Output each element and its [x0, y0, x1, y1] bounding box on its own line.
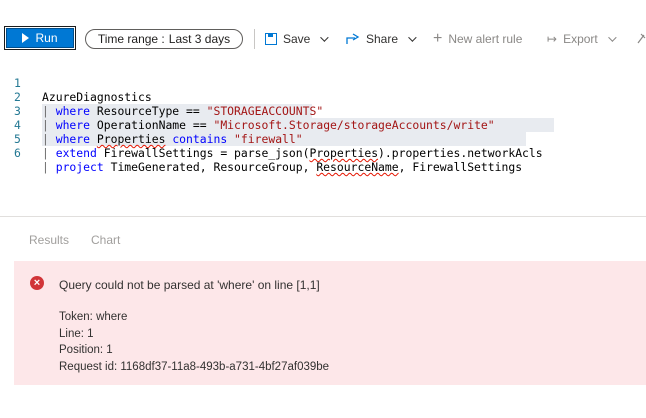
tab-chart[interactable]: Chart — [91, 233, 120, 247]
export-icon: ↦ — [547, 32, 558, 46]
error-token: Token: where — [59, 311, 128, 323]
error-panel: × Query could not be parsed at 'where' o… — [14, 261, 646, 385]
code-line: 1 AzureDiagnostics — [0, 62, 152, 104]
chevron-down-icon — [607, 33, 617, 42]
line-number: 6 — [14, 146, 21, 160]
chevron-down-icon — [408, 33, 417, 42]
code-text: | project TimeGenerated, ResourceGroup, … — [42, 160, 523, 174]
code-line: 3 | where OperationName == "Microsoft.St… — [0, 90, 495, 132]
error-details: Token: where Line: 1 Position: 1 Request… — [59, 309, 329, 375]
error-position: Position: 1 — [59, 344, 113, 356]
code-text: AzureDiagnostics — [42, 90, 152, 104]
save-icon — [265, 33, 277, 45]
editor-results-divider — [0, 216, 646, 217]
tab-results[interactable]: Results — [29, 233, 69, 247]
error-icon: × — [30, 276, 44, 290]
export-button[interactable]: ↦ Export — [547, 29, 617, 49]
new-alert-label: New alert rule — [448, 32, 523, 46]
code-line: 2 | where ResourceType == "STORAGEACCOUN… — [0, 76, 323, 118]
toolbar-divider — [254, 29, 255, 49]
new-alert-rule-button[interactable]: + New alert rule — [433, 29, 522, 49]
code-text: | where ResourceType == "STORAGEACCOUNTS… — [42, 104, 324, 118]
time-range-value: Last 3 days — [168, 32, 231, 46]
run-button[interactable]: Run — [4, 26, 76, 50]
share-label: Share — [366, 32, 399, 46]
error-title: Query could not be parsed at 'where' on … — [59, 278, 320, 292]
run-label: Run — [35, 31, 58, 45]
code-line: 6 | project TimeGenerated, ResourceGroup… — [0, 132, 522, 174]
code-text: | where Properties contains "firewall" — [42, 132, 303, 146]
chevron-down-icon — [320, 33, 330, 42]
plus-icon: + — [433, 30, 443, 47]
code-text: | extend FirewallSettings = parse_json(P… — [42, 146, 543, 160]
save-button[interactable]: Save — [265, 29, 330, 49]
error-request-id: Request id: 1168df37-11a8-493b-a731-4bf2… — [59, 360, 330, 373]
time-range-label: Time range : — [97, 32, 165, 46]
time-range-button[interactable]: Time range : Last 3 days — [85, 29, 243, 49]
code-text: | where OperationName == "Microsoft.Stor… — [42, 118, 495, 132]
code-line: 4 | where Properties contains "firewall" — [0, 104, 303, 146]
save-label: Save — [283, 32, 311, 46]
pin-icon — [637, 33, 646, 44]
code-line: 5 | extend FirewallSettings = parse_json… — [0, 118, 543, 160]
query-editor[interactable]: 1 AzureDiagnostics 2 | where ResourceTyp… — [0, 58, 646, 218]
error-line: Line: 1 — [59, 327, 94, 340]
export-label: Export — [563, 32, 598, 46]
share-button[interactable]: Share — [346, 29, 417, 49]
play-icon — [22, 33, 30, 43]
share-icon — [346, 33, 360, 44]
pin-button[interactable] — [636, 29, 646, 49]
